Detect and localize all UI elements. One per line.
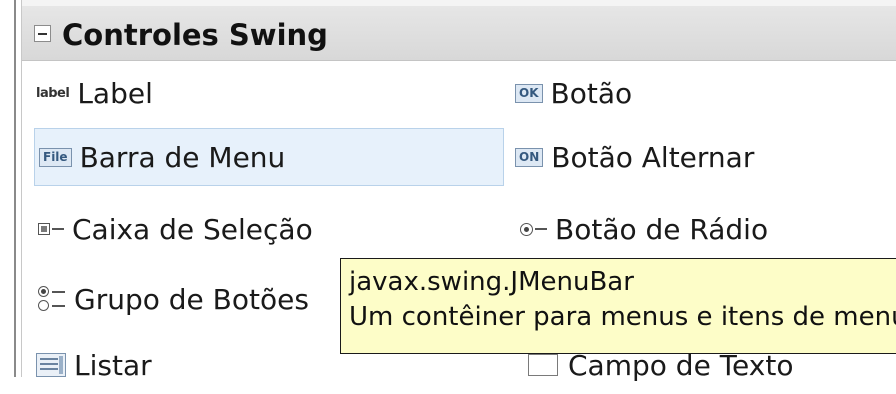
item-label: Grupo de Botões: [74, 282, 309, 316]
palette-item-button[interactable]: OK Botão: [515, 64, 632, 122]
button-group-icon: [38, 284, 66, 314]
tooltip-description: Um contêiner para menus e itens de menu: [349, 302, 896, 332]
tooltip-class-name: javax.swing.JMenuBar: [349, 267, 634, 297]
palette-item-menu-bar[interactable]: File Barra de Menu: [34, 128, 504, 186]
item-label: Botão: [550, 76, 633, 110]
palette-item-label[interactable]: label Label: [36, 64, 153, 122]
section-header[interactable]: Controles Swing: [22, 6, 896, 61]
dash-line: [535, 228, 547, 230]
palette-item-check-box[interactable]: Caixa de Seleção: [38, 200, 313, 258]
menu-bar-icon: File: [39, 147, 72, 167]
palette-item-list[interactable]: Listar: [36, 336, 152, 394]
collapse-icon[interactable]: [34, 25, 51, 42]
palette-item-radio-button[interactable]: Botão de Rádio: [520, 200, 768, 258]
label-icon: label: [36, 85, 70, 101]
item-label: Label: [77, 76, 153, 110]
section-title: Controles Swing: [62, 18, 328, 52]
checkbox-icon: [38, 223, 50, 235]
ok-button-icon: OK: [515, 83, 543, 103]
palette-item-toggle-button[interactable]: ON Botão Alternar: [515, 128, 754, 186]
item-label: Botão Alternar: [551, 140, 755, 174]
text-field-icon: [528, 354, 558, 376]
toggle-button-icon: ON: [515, 147, 544, 167]
tooltip: javax.swing.JMenuBar Um contêiner para m…: [340, 258, 896, 354]
radio-icon: [520, 222, 533, 236]
palette-item-button-group[interactable]: Grupo de Botões: [38, 270, 309, 328]
dash-line: [52, 228, 64, 230]
left-border: [14, 0, 16, 377]
item-label: Caixa de Seleção: [72, 212, 313, 246]
list-icon: [36, 353, 66, 377]
item-label: Barra de Menu: [79, 140, 286, 174]
item-label: Botão de Rádio: [555, 212, 769, 246]
